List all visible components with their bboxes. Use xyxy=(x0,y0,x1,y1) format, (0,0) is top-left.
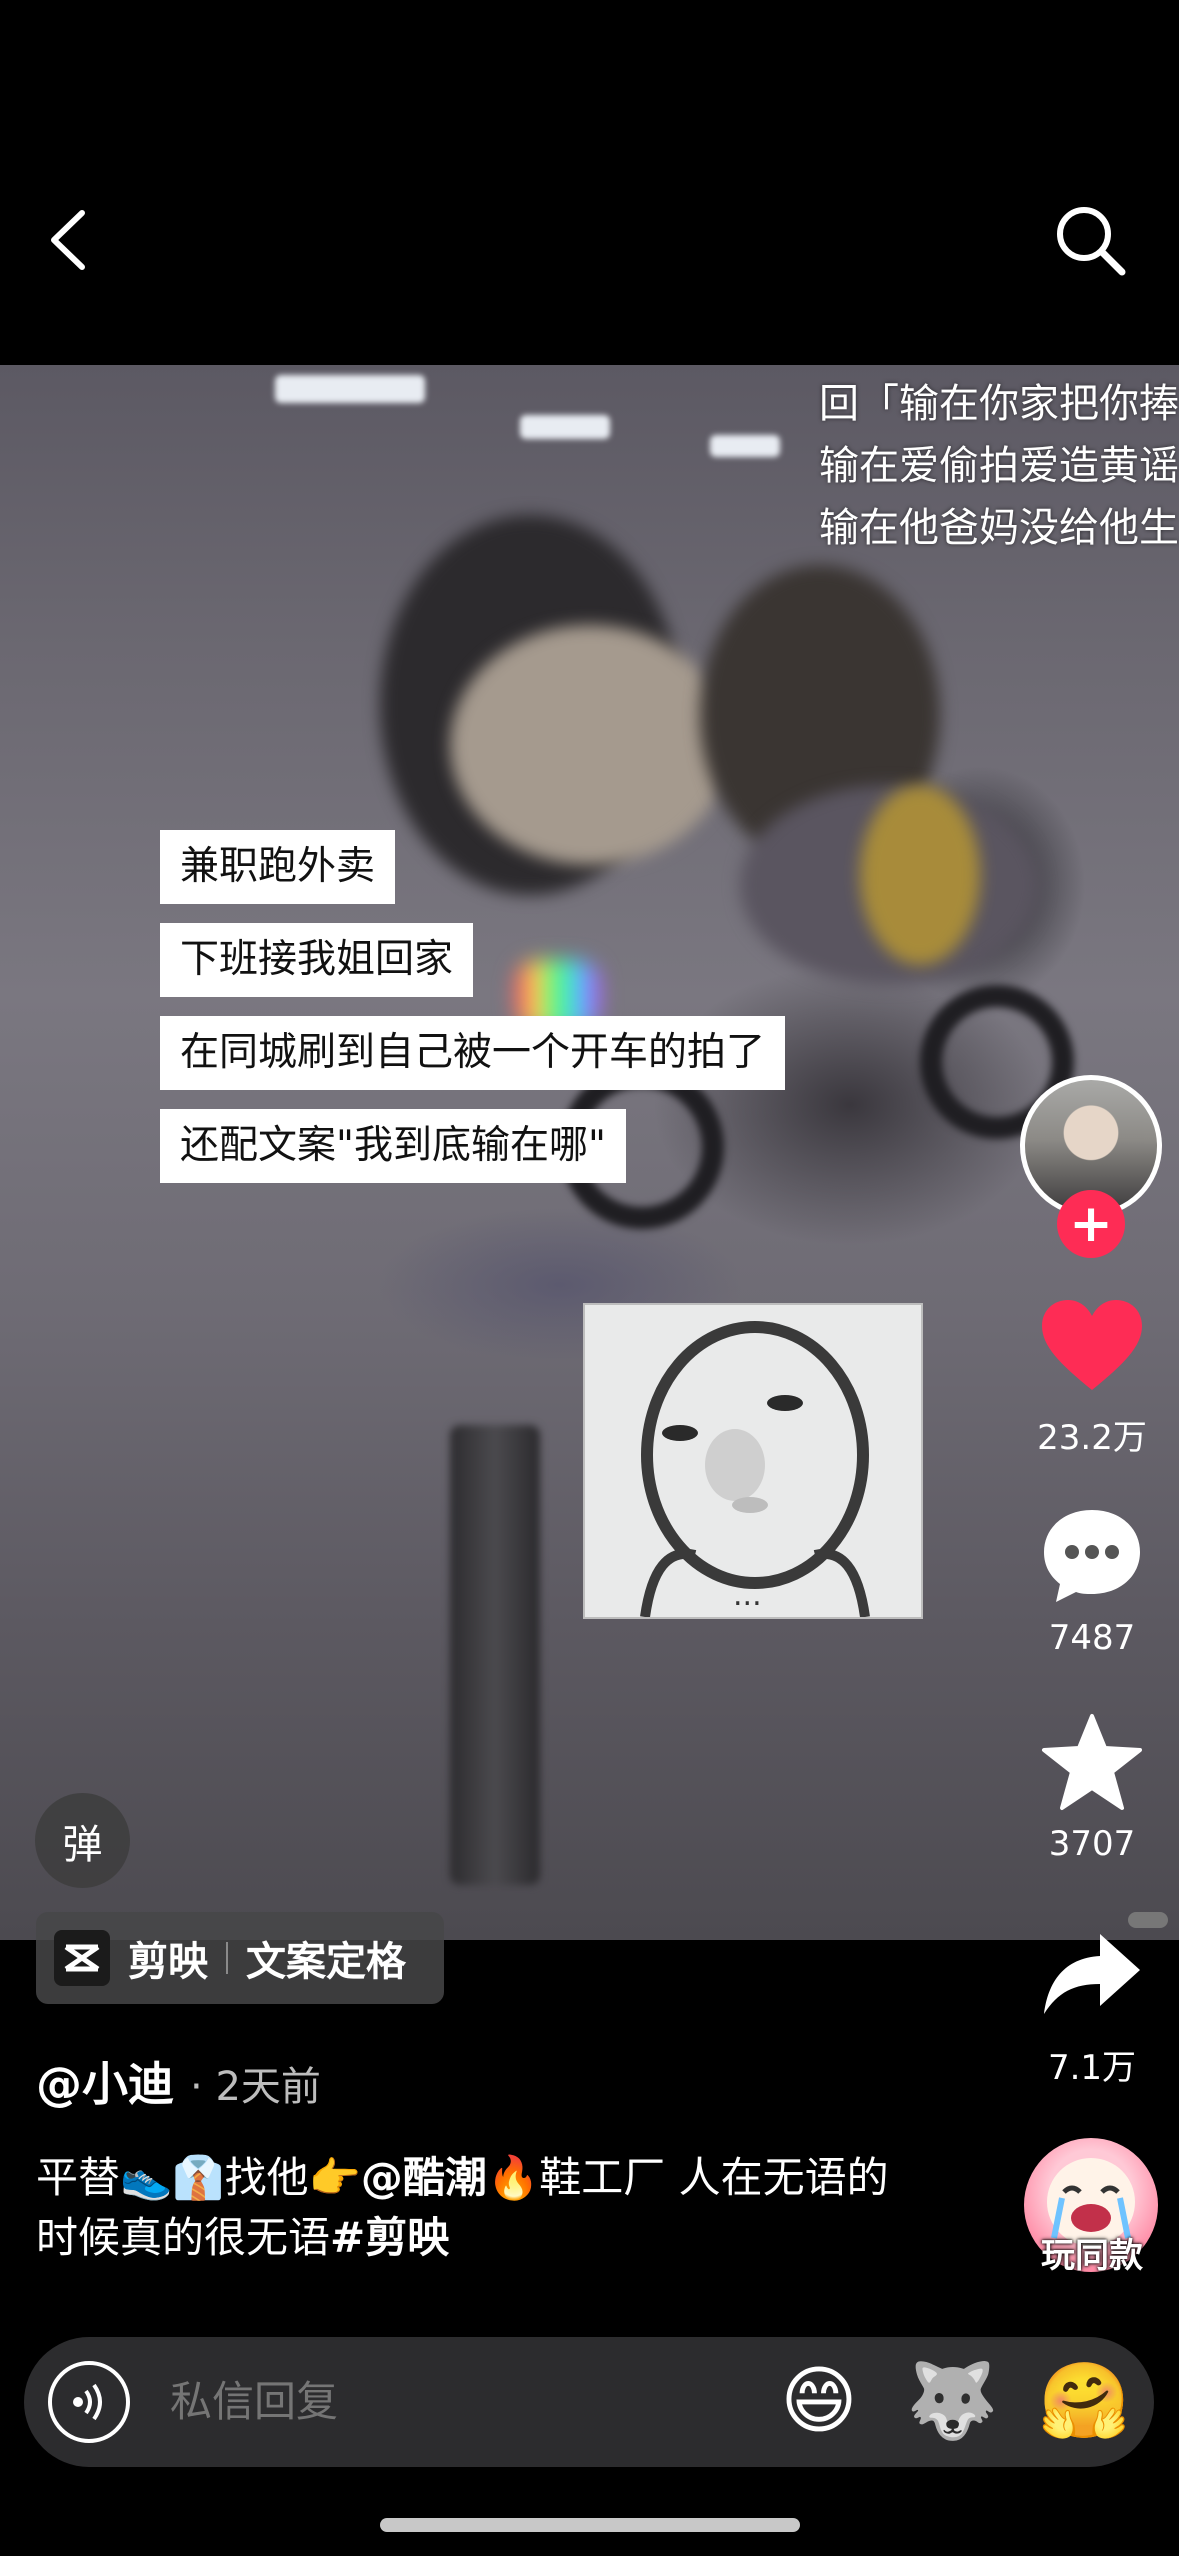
voice-input-button[interactable] xyxy=(48,2361,130,2443)
danmaku-label: 弹 xyxy=(62,1821,103,1868)
danmaku-button[interactable]: 弹 xyxy=(35,1793,130,1888)
pointing-emoji-icon: 👉 xyxy=(308,2153,361,2202)
ceiling-light xyxy=(710,435,780,457)
fire-emoji-icon: 🔥 xyxy=(486,2153,540,2202)
post-description: 平替👟👔找他👉@酷潮🔥鞋工厂 人在无语的时候真的很无语#剪映 xyxy=(36,2148,916,2268)
search-button[interactable] xyxy=(1050,200,1130,280)
star-icon xyxy=(1042,1714,1142,1810)
video-text-label: 在同城刷到自己被一个开车的拍了 xyxy=(160,1016,786,1090)
emoji-grin-button[interactable]: 😄 xyxy=(774,2356,864,2446)
chevron-left-icon xyxy=(51,210,85,270)
author-name[interactable]: @小迪 xyxy=(36,2057,174,2111)
top-caption: 回「输在你家把你捧 输在爱偷拍爱造黄谣 输在他爸妈没给他生 xyxy=(819,373,1179,559)
share-count: 7.1万 xyxy=(1047,2048,1137,2088)
comment-button[interactable] xyxy=(1030,1506,1154,1606)
divider xyxy=(226,1942,228,1974)
like-button[interactable] xyxy=(1030,1298,1154,1394)
like-count: 23.2万 xyxy=(1037,1418,1147,1458)
emoji-hug-button[interactable]: 🤗 xyxy=(1038,2356,1130,2446)
hashtag-link[interactable]: #剪映 xyxy=(330,2213,449,2262)
emoji-wolf-button[interactable]: 🐺 xyxy=(906,2356,998,2446)
voice-wave-icon xyxy=(73,2383,102,2421)
capcut-template-tag[interactable]: 剪映 文案定格 xyxy=(36,1912,444,2004)
desc-text: 找他 xyxy=(224,2153,309,2202)
ceiling-light xyxy=(520,415,610,439)
video-text-label: 兼职跑外卖 xyxy=(160,830,396,904)
back-button[interactable] xyxy=(40,205,100,275)
comment-count: 7487 xyxy=(1048,1618,1136,1658)
play-same-style-label: 玩同款 xyxy=(1041,2236,1143,2276)
author-line: @小迪 · 2天前 xyxy=(36,2048,321,2114)
heart-icon xyxy=(1042,1300,1142,1390)
favorite-count: 3707 xyxy=(1048,1824,1136,1864)
svg-text:...: ... xyxy=(733,1578,762,1613)
desc-text: 平替 xyxy=(36,2153,121,2202)
top-caption-line: 输在爱偷拍爱造黄谣 xyxy=(819,443,1179,489)
progress-scrubber[interactable] xyxy=(1128,1912,1168,1928)
video-text-label: 还配文案"我到底输在哪" xyxy=(160,1109,626,1183)
top-caption-line: 回「输在你家把你捧 xyxy=(819,381,1179,427)
meme-sticker: ... xyxy=(583,1303,923,1619)
shirt-emoji-icon: 👔 xyxy=(172,2153,225,2202)
video-player[interactable]: 回「输在你家把你捧 输在爱偷拍爱造黄谣 输在他爸妈没给他生 兼职跑外卖 下班接我… xyxy=(0,365,1179,1940)
share-button[interactable] xyxy=(1030,1930,1154,2020)
comment-bubble-icon xyxy=(1044,1510,1140,1602)
sneaker-emoji-icon: 👟 xyxy=(120,2153,173,2202)
share-arrow-icon xyxy=(1044,1934,1140,2014)
top-caption-line: 输在他爸妈没给他生 xyxy=(819,505,1179,551)
rider-figure xyxy=(450,625,730,865)
favorite-button[interactable] xyxy=(1030,1712,1154,1812)
video-text-label: 下班接我姐回家 xyxy=(160,923,474,997)
search-icon xyxy=(1057,207,1126,276)
capcut-logo-icon xyxy=(54,1930,110,1986)
reply-input[interactable] xyxy=(170,2370,730,2434)
capcut-app-name: 剪映 xyxy=(128,1939,208,1985)
follow-button[interactable]: + xyxy=(1057,1190,1125,1258)
post-time: · 2天前 xyxy=(190,2064,321,2110)
capcut-feature-name: 文案定格 xyxy=(246,1939,406,1985)
home-indicator xyxy=(380,2518,800,2532)
bollard xyxy=(450,1425,540,1885)
plus-icon: + xyxy=(1069,1194,1113,1254)
ceiling-light xyxy=(275,375,425,403)
scooter-body xyxy=(860,785,980,965)
mention-link[interactable]: @酷潮 xyxy=(361,2153,487,2202)
meme-face-icon: ... xyxy=(640,1321,870,1617)
